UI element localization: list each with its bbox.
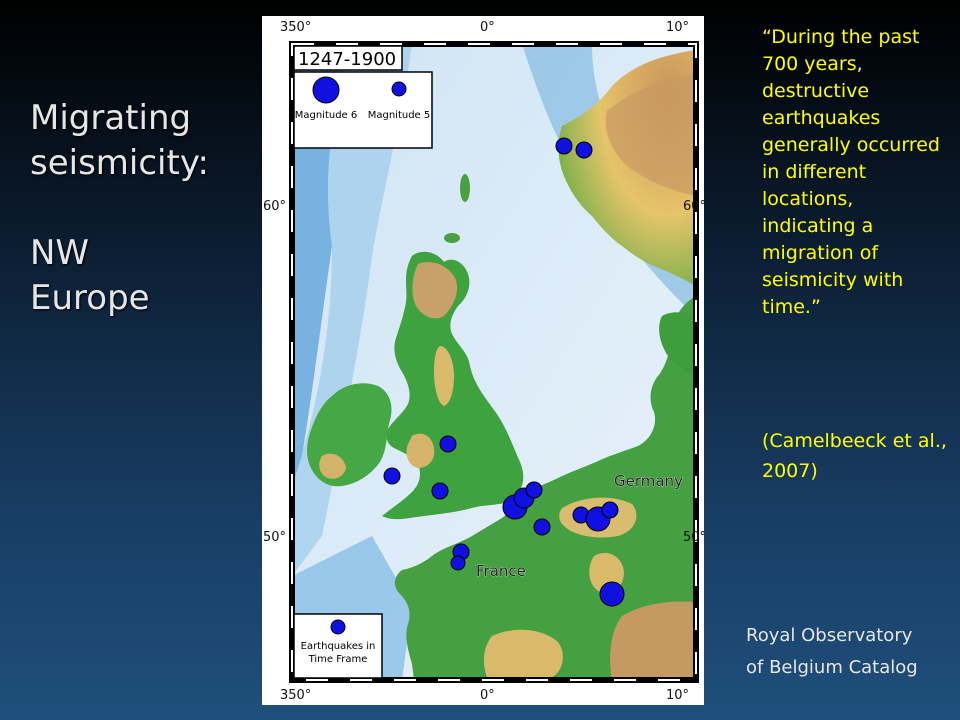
legend-mag6-symbol <box>312 76 340 104</box>
tick-left-50: 50° <box>263 530 286 545</box>
source-credit: Royal Observatory of Belgium Catalog <box>746 620 956 684</box>
legend-mag5-text: Magnitude 5 <box>368 110 431 121</box>
source-line-1: Royal Observatory <box>746 625 913 646</box>
quake-belgium-3 <box>601 501 619 519</box>
quake-normandy-2 <box>450 555 466 571</box>
legend-mag5-line: Magnitude 5 <box>368 110 431 121</box>
title-line-2: seismicity: <box>30 143 209 183</box>
quake-england-north <box>439 435 457 453</box>
title-line-3: NW <box>30 233 90 273</box>
title-line-4: Europe <box>30 278 150 318</box>
quake-bristol <box>431 482 449 500</box>
tick-top-10: 10° <box>666 20 689 35</box>
slide-title: Migrating seismicity: NW Europe <box>30 96 260 321</box>
massif-central <box>483 629 563 680</box>
orkney-islands <box>444 233 460 243</box>
tick-bottom-350: 350° <box>280 688 311 703</box>
map-canvas: 350° 0° 10° 350° 0° 10° 60° 50° 60° 50° … <box>263 20 704 703</box>
quote-text: “During the past 700 years, destructive … <box>762 26 940 318</box>
quake-basel <box>599 581 625 607</box>
tick-right-60: 60° <box>683 199 704 214</box>
quake-channel <box>533 518 551 536</box>
label-france: France <box>476 562 526 580</box>
timeframe-symbol <box>330 619 346 635</box>
tick-bottom-0: 0° <box>480 688 495 703</box>
title-line-1: Migrating <box>30 98 192 138</box>
tick-top-0: 0° <box>480 20 495 35</box>
timeframe-text: Earthquakes in Time Frame <box>300 641 376 665</box>
label-germany: Germany <box>614 472 683 490</box>
quake-dover-3 <box>525 481 543 499</box>
tick-right-50: 50° <box>683 530 704 545</box>
source-line-2: of Belgium Catalog <box>746 657 918 678</box>
timeframe-text-box: Earthquakes in Time Frame <box>300 641 376 665</box>
legend-mag6-text: Magnitude 6 <box>295 110 358 121</box>
quake-norway-1 <box>555 137 573 155</box>
tick-left-60: 60° <box>263 199 286 214</box>
seismicity-map: 350° 0° 10° 350° 0° 10° 60° 50° 60° 50° … <box>262 16 704 705</box>
period-label: 1247-1900 <box>298 49 396 70</box>
citation: (Camelbeeck et al., 2007) <box>762 430 947 482</box>
shetland-islands <box>460 174 470 202</box>
tick-top-350: 350° <box>280 20 311 35</box>
quake-norway-2 <box>575 141 593 159</box>
legend-mag6-line: Magnitude 6 <box>295 110 358 121</box>
tick-bottom-10: 10° <box>666 688 689 703</box>
quake-wales <box>383 467 401 485</box>
legend-mag5-symbol <box>391 81 407 97</box>
